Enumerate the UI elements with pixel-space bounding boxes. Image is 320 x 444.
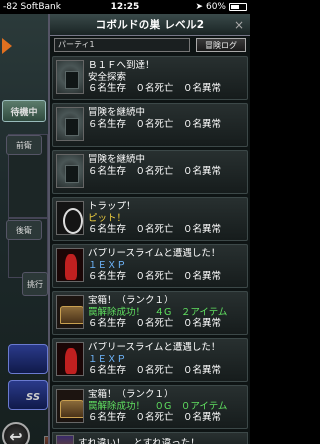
log-entry[interactable]: トラップ！ ピット！ ６名生存 ０名死亡 ０名異常 [52,197,248,241]
back-label: 後衛 [6,220,42,240]
enter-label[interactable]: 挑行 [22,272,48,296]
log-entry-status: ６名生存 ０名死亡 ０名異常 [88,83,222,94]
log-entry-status: ６名生存 ０名死亡 ０名異常 [88,118,222,130]
slime-icon [56,248,84,282]
log-entry-status: ６名生存 ０名死亡 ０名異常 [88,412,222,423]
log-entry[interactable]: バブリースライムと遭遇した！ １ＥＸＰ ６名生存 ０名死亡 ０名異常 [52,338,248,382]
log-entry[interactable]: Ｂ１Ｆへ到達！ 安全探索 ６名生存 ０名死亡 ０名異常 [52,56,248,100]
battery-icon [229,3,247,11]
log-entry-text: 冒険を継続中 ６名生存 ０名死亡 ０名異常 [88,107,244,130]
log-entry-status: ６名生存 ０名死亡 ０名異常 [88,365,222,376]
log-entries: Ｂ１Ｆへ到達！ 安全探索 ６名生存 ０名死亡 ０名異常 冒険を継続中 ６名生存 ０名死亡… [50,54,250,444]
log-entry-text: トラップ！ ピット！ ６名生存 ０名死亡 ０名異常 [88,201,244,236]
log-entry-text: バブリースライムと遭遇した！ １ＥＸＰ ６名生存 ０名死亡 ０名異常 [88,342,244,377]
dungeon-icon [56,154,84,188]
adventure-log-window: コボルドの巣 レベル2 × パーティ1 冒険ログ Ｂ１Ｆへ到達！ 安全探索 ６名生存… [48,14,250,444]
log-entry-headline: Ｂ１Ｆへ到達！ [88,60,155,71]
log-entry-text: バブリースライムと遭遇した！ １ＥＸＰ ６名生存 ０名死亡 ０名異常 [88,248,244,283]
return-arrow-icon: ↩ [9,426,23,444]
log-entry-headline: 宝箱！（ランク１） [88,389,174,400]
log-title: コボルドの巣 レベル2 [95,19,205,31]
adventure-log-button[interactable]: 冒険ログ [196,38,246,52]
dungeon-icon [56,60,84,94]
log-entry[interactable]: 宝箱！（ランク１） 罠解除成功！ ４G ２アイテム ６名生存 ０名死亡 ０名異常 [52,291,248,335]
front-label: 前衛 [6,135,42,155]
log-entry-text: すれ違い！ とすれ違った！ [78,438,244,444]
log-entry-text: 冒険を継続中 ６名生存 ０名死亡 ０名異常 [88,154,244,177]
log-entry-headline: すれ違い！ [78,438,126,444]
log-entry[interactable]: 冒険を継続中 ６名生存 ０名死亡 ０名異常 [52,103,248,147]
log-entry-status: ６名生存 ０名死亡 ０名異常 [88,271,222,282]
trap-icon [56,201,84,235]
slime-icon [56,342,84,376]
ss-icon[interactable]: SS [26,392,40,403]
log-toolbar: パーティ1 冒険ログ [50,36,250,54]
chest-icon [56,295,84,329]
log-entry-detail: ピット！ [88,212,127,224]
party-select[interactable]: パーティ1 [54,38,190,52]
log-entry-headline: 冒険を継続中 [88,154,146,165]
log-entry-headline: 冒険を継続中 [88,107,146,118]
log-entry-text: 宝箱！（ランク１） 罠解除成功！ ４G ２アイテム ６名生存 ０名死亡 ０名異常 [88,295,244,330]
back-button[interactable]: ↩ [2,422,30,444]
log-entry-status: ６名生存 ０名死亡 ０名異常 [88,165,222,177]
log-entry-detail: １ＥＸＰ [88,353,127,365]
log-entry-detail: １ＥＸＰ [88,259,127,271]
log-entry-detail: 罠解除成功！ ０G ０アイテム [88,400,228,412]
status-bar: -82 SoftBank 12:25 ➤ 60% [0,0,250,14]
log-entry[interactable]: 冒険を継続中 ６名生存 ０名死亡 ０名異常 [52,150,248,194]
close-icon[interactable]: × [232,18,246,32]
arrow-left-icon[interactable] [2,38,12,54]
log-entry-text: 宝箱！（ランク１） 罠解除成功！ ０G ０アイテム ６名生存 ０名死亡 ０名異常 [88,389,244,424]
log-header: コボルドの巣 レベル2 × [50,14,250,36]
wait-tab[interactable]: 待機中 [2,100,46,122]
dungeon-icon [56,107,84,141]
log-entry-status: ６名生存 ０名死亡 ０名異常 [88,318,222,329]
blue-button-1[interactable] [8,344,48,374]
person-icon [56,435,74,444]
log-entry[interactable]: すれ違い！ とすれ違った！ [52,432,248,444]
log-entry[interactable]: 宝箱！（ランク１） 罠解除成功！ ０G ０アイテム ６名生存 ０名死亡 ０名異常 [52,385,248,429]
log-entry-headline: バブリースライムと遭遇した！ [88,342,221,353]
log-entry[interactable]: バブリースライムと遭遇した！ １ＥＸＰ ６名生存 ０名死亡 ０名異常 [52,244,248,288]
clock: 12:25 [110,2,140,12]
battery-fill [231,5,240,9]
log-entry-headline: バブリースライムと遭遇した！ [88,248,221,259]
log-entry-text: Ｂ１Ｆへ到達！ 安全探索 ６名生存 ０名死亡 ０名異常 [88,60,244,95]
chest-icon [56,389,84,423]
log-entry-detail: 罠解除成功！ ４G ２アイテム [88,306,228,318]
log-entry-detail: 安全探索 [88,71,127,83]
log-entry-headline: 宝箱！（ランク１） [88,295,174,306]
log-entry-detail: とすれ違った！ [133,438,200,444]
log-entry-headline: トラップ！ [88,201,136,212]
log-entry-status: ６名生存 ０名死亡 ０名異常 [88,224,222,235]
